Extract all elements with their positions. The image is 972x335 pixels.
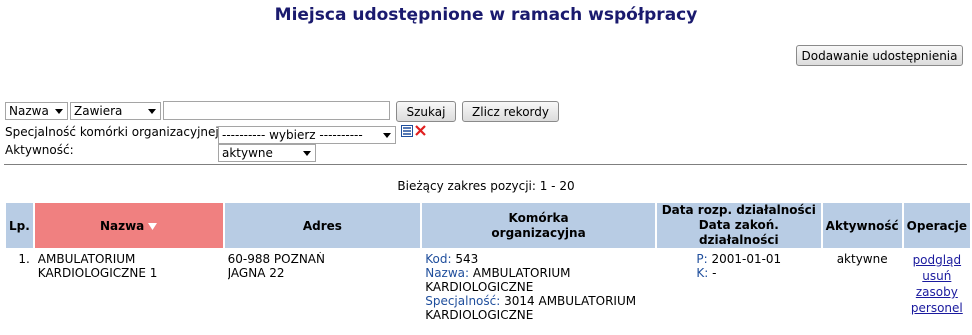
cell-nazwa: AMBULATORIUM KARDIOLOGICZNE 1: [37, 252, 158, 280]
filter-field-value: Nazwa: [9, 104, 49, 118]
clear-icon[interactable]: [415, 125, 426, 136]
page-title: Miejsca udostępnione w ramach współpracy: [274, 5, 698, 25]
cell-daty: P: 2001-01-01 K: -: [696, 252, 782, 280]
op-podglad-link[interactable]: podgląd: [907, 252, 967, 268]
specialty-select[interactable]: ---------- wybierz ----------: [218, 126, 396, 144]
cell-operacje: podgląd usuń zasoby personel: [904, 250, 970, 324]
filter-mode-value: Zawiera: [74, 104, 123, 118]
col-nazwa[interactable]: Nazwa: [34, 203, 223, 248]
cell-lp: 1.: [18, 252, 30, 266]
range-info: Bieżący zakres pozycji: 1 - 20: [397, 179, 575, 193]
cell-komorka: Kod: 543 Nazwa: AMBULATORIUM KARDIOLOGIC…: [425, 252, 637, 322]
specialty-value: ---------- wybierz ----------: [222, 128, 363, 142]
chevron-down-icon: [55, 109, 63, 114]
op-usun-link[interactable]: usuń: [907, 268, 967, 284]
activity-select[interactable]: aktywne: [218, 144, 316, 162]
col-operacje: Operacje: [903, 203, 970, 248]
divider: [4, 164, 967, 165]
op-zasoby-link[interactable]: zasoby: [907, 284, 967, 300]
col-lp: Lp.: [6, 203, 33, 248]
col-adres: Adres: [224, 203, 421, 248]
table-header-row: Lp. Nazwa Adres Komórka organizacyjna Da…: [6, 203, 970, 248]
op-personel-link[interactable]: personel: [907, 300, 967, 316]
filter-mode-select[interactable]: Zawiera: [70, 102, 161, 120]
col-daty: Data rozp. działalności Data zakoń. dzia…: [656, 203, 821, 248]
list-icon[interactable]: [401, 125, 413, 137]
col-aktywnosc: Aktywność: [822, 203, 902, 248]
activity-label: Aktywność:: [5, 143, 74, 157]
col-komorka: Komórka organizacyjna: [422, 203, 655, 248]
col-nazwa-label: Nazwa: [99, 218, 145, 233]
chevron-down-icon: [303, 151, 311, 156]
results-table: Lp. Nazwa Adres Komórka organizacyjna Da…: [4, 201, 972, 326]
chevron-down-icon: [383, 133, 391, 138]
add-share-button[interactable]: Dodawanie udostępnienia: [796, 45, 963, 66]
table-row: 1. AMBULATORIUM KARDIOLOGICZNE 1 60-988 …: [6, 250, 970, 324]
filter-field-select[interactable]: Nazwa: [5, 102, 68, 120]
chevron-down-icon: [148, 109, 156, 114]
activity-value: aktywne: [222, 146, 273, 160]
cell-adres: 60-988 POZNAŃ JAGNA 22: [227, 252, 325, 280]
search-input[interactable]: [163, 101, 390, 120]
cell-aktywnosc: aktywne: [836, 252, 888, 266]
count-records-button[interactable]: Zlicz rekordy: [462, 101, 559, 122]
sort-desc-icon: [148, 222, 158, 230]
specialty-label: Specjalność komórki organizacyjnej:: [5, 125, 223, 139]
search-button[interactable]: Szukaj: [396, 101, 456, 122]
